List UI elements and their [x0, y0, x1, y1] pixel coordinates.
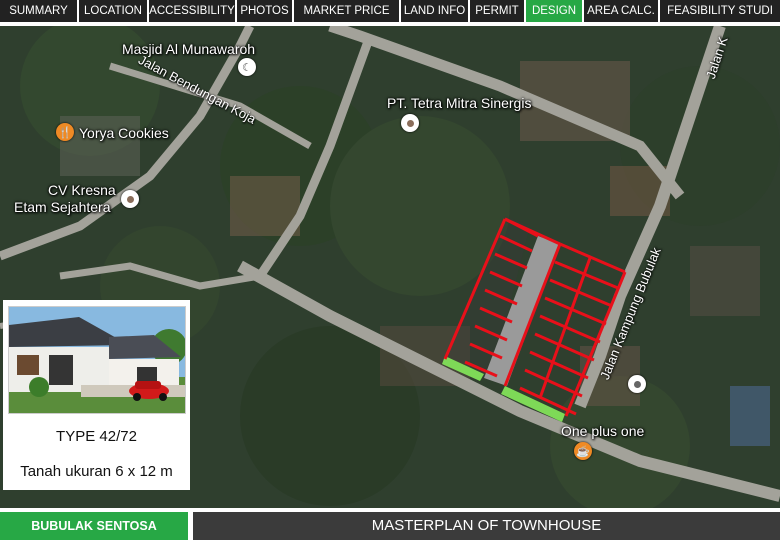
tab-land-info[interactable]: LAND INFO: [401, 0, 470, 22]
place-pin-icon[interactable]: [121, 190, 139, 208]
land-size-label: Tanah ukuran 6 x 12 m: [20, 463, 173, 480]
tab-location[interactable]: LOCATION: [79, 0, 149, 22]
poi-kresna-label-2[interactable]: Etam Sejahtera: [14, 199, 111, 215]
tab-permit[interactable]: PERMIT: [470, 0, 526, 22]
tab-summary[interactable]: SUMMARY: [0, 0, 79, 22]
tab-photos[interactable]: PHOTOS: [237, 0, 294, 22]
house-rendering: [8, 306, 186, 414]
poi-oneplus-label[interactable]: One plus one: [561, 423, 644, 439]
tab-bar: SUMMARY LOCATION ACCESSIBILITY PHOTOS MA…: [0, 0, 780, 23]
poi-tetra-label[interactable]: PT. Tetra Mitra Sinergis: [387, 95, 531, 111]
mosque-icon[interactable]: ☾: [238, 58, 256, 76]
tab-feasibility-studi[interactable]: FEASIBILITY STUDI: [660, 0, 780, 22]
tab-area-calc[interactable]: AREA CALC.: [584, 0, 660, 22]
project-name-badge: BUBULAK SENTOSA: [0, 512, 188, 540]
cafe-icon[interactable]: ☕: [574, 442, 592, 460]
tab-design[interactable]: DESIGN: [526, 0, 584, 22]
tab-market-price[interactable]: MARKET PRICE: [294, 0, 401, 22]
page-title: MASTERPLAN OF TOWNHOUSE: [193, 512, 780, 540]
poi-kresna-label-1[interactable]: CV Kresna: [48, 182, 116, 198]
restaurant-icon[interactable]: 🍴: [56, 123, 74, 141]
tab-accessibility[interactable]: ACCESSIBILITY: [149, 0, 237, 22]
house-type-label: TYPE 42/72: [56, 428, 137, 445]
poi-yorya-label[interactable]: Yorya Cookies: [79, 125, 169, 141]
house-type-card: TYPE 42/72 Tanah ukuran 6 x 12 m: [3, 300, 190, 490]
place-pin-icon[interactable]: [401, 114, 419, 132]
location-marker-icon[interactable]: [628, 375, 646, 393]
